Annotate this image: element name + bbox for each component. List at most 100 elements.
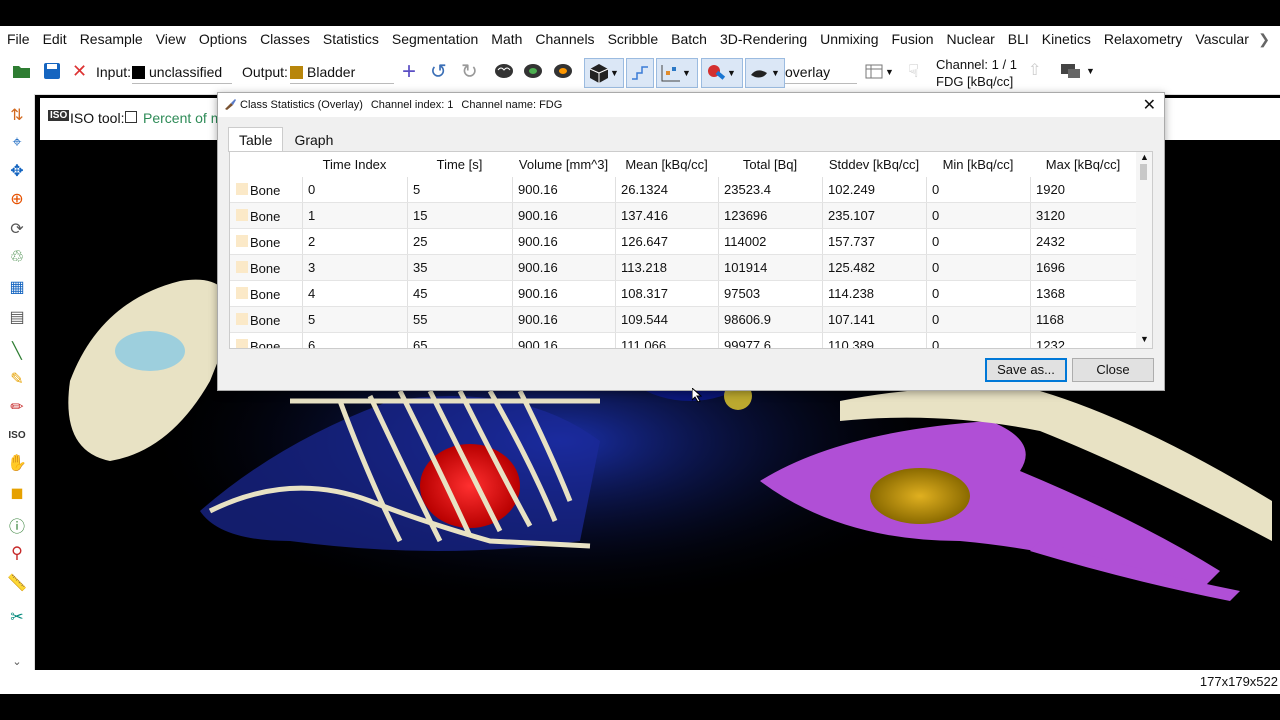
table-row[interactable]: Bone 4 45 900.16 108.317 97503 114.238 0 1368 — [230, 281, 1136, 307]
hand-icon[interactable]: ☟ — [908, 61, 919, 82]
undo-icon[interactable]: ↺ — [430, 59, 447, 84]
cube-render-button[interactable]: ▼ — [584, 58, 624, 88]
save-icon[interactable] — [43, 62, 61, 80]
scroll-down-icon[interactable]: ▼ — [1140, 334, 1149, 344]
menu-item-classes[interactable]: Classes — [253, 26, 316, 52]
close-button[interactable]: Close — [1072, 358, 1154, 382]
grid-icon[interactable]: ▦ — [6, 276, 28, 298]
cell-time: 35 — [407, 255, 512, 280]
menu-overflow-icon[interactable]: ❯ — [1251, 26, 1276, 52]
column-header[interactable]: Time Index — [302, 152, 407, 177]
menu-item-scribble[interactable]: Scribble — [601, 26, 665, 52]
ruler-icon[interactable]: 📏 — [6, 572, 28, 594]
step-function-button[interactable] — [626, 58, 654, 88]
open-folder-icon[interactable] — [12, 62, 32, 80]
table-row[interactable]: Bone 0 5 900.16 26.1324 23523.4 102.249 0 1920 — [230, 177, 1136, 203]
menu-item-resample[interactable]: Resample — [73, 26, 149, 52]
menu-item-batch[interactable]: Batch — [664, 26, 713, 52]
info-icon[interactable]: ⓘ — [6, 514, 28, 536]
menu-item-segmentation[interactable]: Segmentation — [385, 26, 484, 52]
iso-icon[interactable]: ISO — [6, 424, 28, 446]
box-icon[interactable]: ◼ — [6, 482, 28, 504]
clear-icon[interactable]: ✕ — [72, 61, 87, 82]
column-header[interactable]: Volume [mm^3] — [512, 152, 615, 177]
expand-more-icon[interactable]: ⌄ — [6, 650, 28, 672]
line-tool-icon[interactable]: ╲ — [6, 340, 28, 362]
cell-time: 15 — [407, 203, 512, 228]
output-class-value: Bladder — [307, 64, 356, 80]
scissors-icon[interactable]: ✂ — [6, 606, 28, 628]
output-class-select[interactable]: Bladder — [290, 61, 394, 84]
display-settings-button[interactable]: ▼ — [1060, 62, 1095, 80]
menu-item-view[interactable]: View — [149, 26, 192, 52]
menu-item-edit[interactable]: Edit — [36, 26, 73, 52]
save-as-button[interactable]: Save as... — [985, 358, 1067, 382]
brain-icon[interactable] — [494, 61, 514, 81]
column-header[interactable]: Max [kBq/cc] — [1030, 152, 1136, 177]
brush-icon[interactable]: ✏ — [6, 396, 28, 418]
scroll-up-icon[interactable]: ▲ — [1140, 152, 1149, 162]
table-row[interactable]: Bone 5 55 900.16 109.544 98606.9 107.141 0 1168 — [230, 307, 1136, 333]
input-label: Input: — [96, 64, 132, 80]
close-icon[interactable]: ✕ — [1143, 95, 1156, 115]
brain-orange-icon[interactable] — [553, 61, 573, 81]
dialog-title-bar[interactable]: Class Statistics (Overlay) Channel index… — [218, 93, 1164, 117]
iso-tool-checkbox[interactable] — [125, 111, 137, 123]
menu-item-options[interactable]: Options — [192, 26, 253, 52]
menu-item-fusion[interactable]: Fusion — [885, 26, 940, 52]
column-header[interactable]: Min [kBq/cc] — [926, 152, 1030, 177]
tab-table[interactable]: Table — [228, 127, 284, 152]
swap-vertical-icon[interactable]: ⇅ — [6, 104, 28, 126]
cycle-icon[interactable]: ♲ — [6, 246, 28, 268]
chevron-down-icon: ▼ — [610, 68, 619, 78]
column-header[interactable]: Stddev [kBq/cc] — [822, 152, 926, 177]
render-style-button[interactable]: ▼ — [745, 58, 785, 88]
menu-item-vascular[interactable]: Vascular — [1188, 26, 1254, 52]
tab-graph[interactable]: Graph — [283, 127, 344, 153]
column-header[interactable]: Total [Bq] — [718, 152, 822, 177]
menu-item-bli[interactable]: BLI — [1001, 26, 1035, 52]
channel-up-icon[interactable]: ⇧ — [1028, 60, 1041, 80]
location-pin-icon[interactable]: ⚲ — [6, 542, 28, 564]
table-row[interactable]: Bone 1 15 900.16 137.416 123696 235.107 0 3120 — [230, 203, 1136, 229]
menu-item-relaxometry[interactable]: Relaxometry — [1097, 26, 1189, 52]
cell-total: 114002 — [718, 229, 822, 254]
render-mode-select[interactable]: overlay — [785, 61, 857, 84]
menu-item-3d-rendering[interactable]: 3D-Rendering — [713, 26, 813, 52]
input-class-select[interactable]: unclassified — [132, 61, 232, 84]
brain-green-icon[interactable] — [523, 61, 543, 81]
add-icon[interactable]: + — [402, 58, 416, 86]
hand-tool-icon[interactable]: ✋ — [6, 452, 28, 474]
redo-icon[interactable]: ↻ — [461, 59, 478, 84]
output-label: Output: — [242, 64, 288, 80]
cell-total: 123696 — [718, 203, 822, 228]
pencil-icon[interactable]: ✎ — [6, 368, 28, 390]
rotate-icon[interactable]: ⟳ — [6, 218, 28, 240]
menu-item-nuclear[interactable]: Nuclear — [940, 26, 1001, 52]
color-map-button[interactable]: ▼ — [701, 58, 743, 88]
menu-item-math[interactable]: Math — [484, 26, 528, 52]
cell-total: 97503 — [718, 281, 822, 306]
chart-button[interactable]: ▼ — [656, 58, 698, 88]
percent-of-max-label: Percent of m — [143, 110, 223, 126]
scroll-thumb[interactable] — [1140, 164, 1147, 180]
chevron-down-icon: ▼ — [682, 68, 691, 78]
column-header[interactable]: Time [s] — [407, 152, 512, 177]
table-row[interactable]: Bone 2 25 900.16 126.647 114002 157.737 0 2432 — [230, 229, 1136, 255]
menu-item-channels[interactable]: Channels — [528, 26, 600, 52]
table-row[interactable]: Bone 6 65 900.16 111.066 99977.6 110.389 0 1232 — [230, 333, 1136, 348]
menu-item-statistics[interactable]: Statistics — [316, 26, 385, 52]
cell-mean: 126.647 — [615, 229, 718, 254]
menu-item-unmixing[interactable]: Unmixing — [813, 26, 884, 52]
crosshair-icon[interactable]: ⌖ — [6, 132, 28, 154]
layers-icon[interactable]: ▤ — [6, 306, 28, 328]
table-row[interactable]: Bone 3 35 900.16 113.218 101914 125.482 0 1696 — [230, 255, 1136, 281]
zoom-icon[interactable]: ⊕ — [6, 188, 28, 210]
table-scrollbar[interactable]: ▲ ▼ — [1136, 152, 1152, 348]
chevron-down-icon: ▼ — [885, 67, 894, 77]
menu-item-file[interactable]: File — [0, 26, 36, 52]
menu-item-kinetics[interactable]: Kinetics — [1035, 26, 1097, 52]
move-icon[interactable]: ✥ — [6, 160, 28, 182]
layout-select[interactable]: ▼ — [865, 61, 899, 83]
column-header[interactable]: Mean [kBq/cc] — [615, 152, 718, 177]
